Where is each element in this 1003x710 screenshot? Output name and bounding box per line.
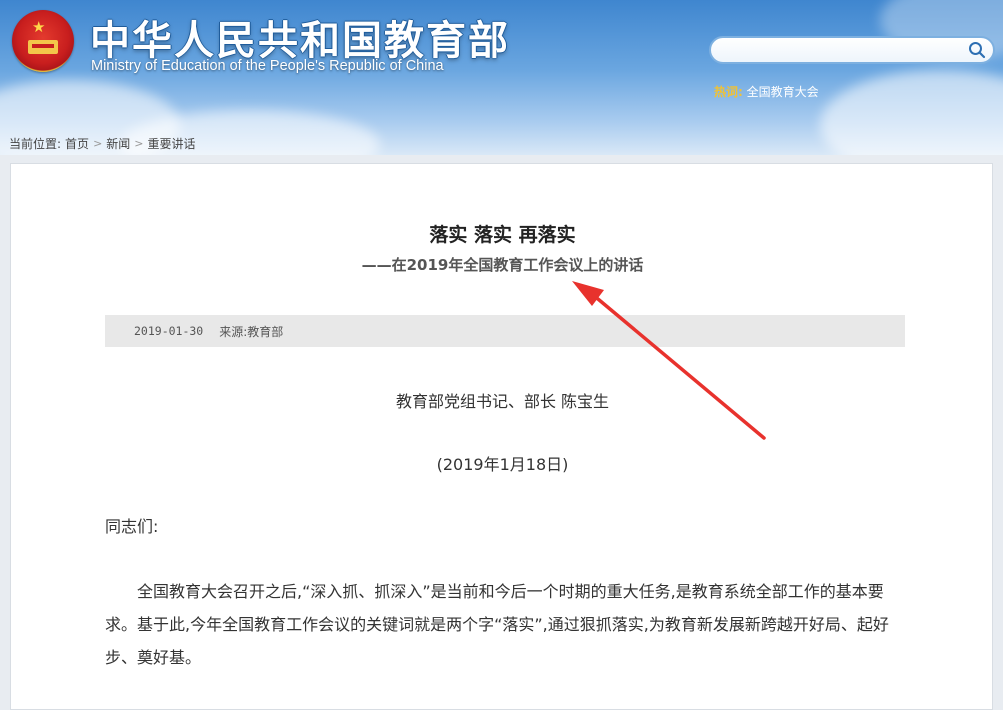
search-box[interactable] [709,36,995,64]
breadcrumb-home[interactable]: 首页 [65,135,89,152]
breadcrumb: 当前位置: 首页 > 新闻 > 重要讲话 [9,135,196,152]
chevron-right-icon: > [134,137,144,150]
article-paragraph: 全国教育大会召开之后,“深入抓、抓深入”是当前和今后一个时期的重大任务,是教育系… [105,582,889,667]
site-header: ★ 中华人民共和国教育部 Ministry of Education of th… [0,0,1003,155]
article-subtitle: ——在2019年全国教育工作会议上的讲话 [361,256,644,274]
article-panel: 落实 落实 再落实 ——在2019年全国教育工作会议上的讲话 2019-01-3… [10,163,993,710]
search-input[interactable] [723,40,967,62]
hot-word-link[interactable]: 全国教育大会 [747,85,819,99]
hot-words: 热词: 全国教育大会 [714,83,819,100]
search-icon[interactable] [967,40,987,60]
speaker-line: 教育部党组书记、部长 陈宝生 [395,392,610,411]
header-cloud [820,70,1003,155]
article-meta-bar: 2019-01-30 来源:教育部 [105,315,905,347]
breadcrumb-prefix: 当前位置: [9,137,62,151]
national-emblem-logo[interactable]: ★ [12,10,74,72]
chevron-right-icon: > [93,137,103,150]
article-title: 落实 落实 再落实 [429,224,576,246]
article-source: 来源:教育部 [219,324,284,339]
tiananmen-icon [28,40,58,54]
breadcrumb-news[interactable]: 新闻 [106,135,130,152]
site-title-english: Ministry of Education of the People's Re… [91,58,444,74]
breadcrumb-speeches[interactable]: 重要讲话 [148,135,196,152]
star-icon: ★ [32,18,46,36]
hot-words-label: 热词: [714,85,743,99]
greeting: 同志们: [105,517,159,536]
publish-date: 2019-01-30 [134,324,204,338]
speech-date: (2019年1月18日) [436,455,569,474]
